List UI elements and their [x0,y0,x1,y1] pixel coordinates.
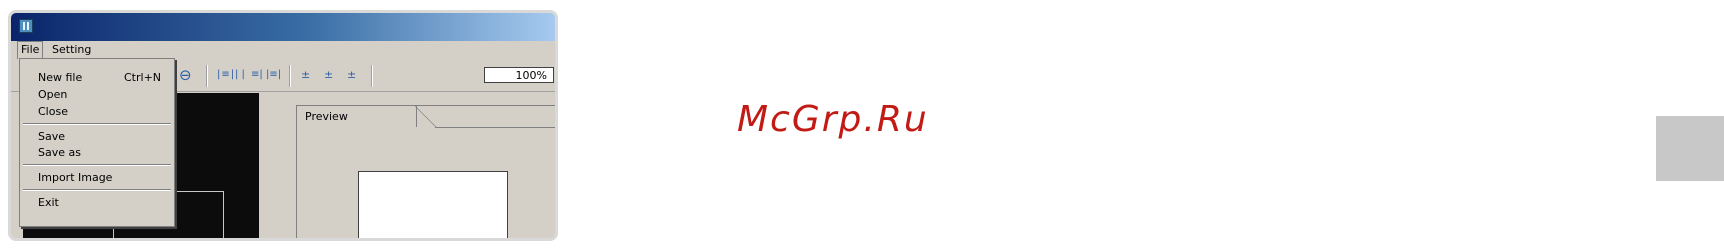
menu-bar: File Setting [11,41,555,59]
menu-item-save-as[interactable]: Save as [38,146,81,160]
preview-canvas [358,171,508,238]
menu-file[interactable]: File [17,41,44,59]
toolbar-separator [371,65,373,87]
menu-separator [23,164,171,166]
tab-edge [415,106,437,128]
app-icon [19,19,33,33]
menu-item-exit[interactable]: Exit [38,196,59,210]
preview-panel: Preview [296,105,555,238]
menu-setting[interactable]: Setting [49,41,94,59]
menu-separator [23,189,171,191]
distribute-icon[interactable]: |≡| [266,67,281,83]
file-menu-dropdown: New file Ctrl+N Open Close Save Save as … [19,58,175,227]
align-left-icon[interactable]: |≡| [217,67,235,83]
align-top-icon[interactable]: ± [301,67,310,83]
zoom-out-icon[interactable]: ⊖ [179,67,192,83]
tab-preview[interactable]: Preview [297,105,417,127]
align-center-icon[interactable]: | | [235,67,245,83]
menu-item-import-image[interactable]: Import Image [38,171,112,185]
toolbar-separator [206,65,208,87]
tab-baseline [435,127,555,128]
app-window-screenshot: File Setting ⊖ |≡| | | ≡| |≡| ± ± ± 100%… [8,10,558,241]
align-bottom-icon[interactable]: ± [347,67,356,83]
window-titlebar [11,13,555,41]
menu-item-save[interactable]: Save [38,130,65,144]
shortcut-new-file: Ctrl+N [124,71,162,84]
align-right-icon[interactable]: ≡| [251,67,263,83]
align-middle-icon[interactable]: ± [324,67,333,83]
canvas-guide-line [223,191,224,238]
menu-item-open[interactable]: Open [38,88,67,102]
gray-block [1656,116,1724,181]
zoom-input[interactable]: 100% [484,67,554,83]
watermark-text: McGrp.Ru [737,99,929,140]
menu-separator [23,123,171,125]
toolbar-separator [289,65,291,87]
menu-item-close[interactable]: Close [38,105,68,119]
menu-item-new-file[interactable]: New file [38,71,82,85]
